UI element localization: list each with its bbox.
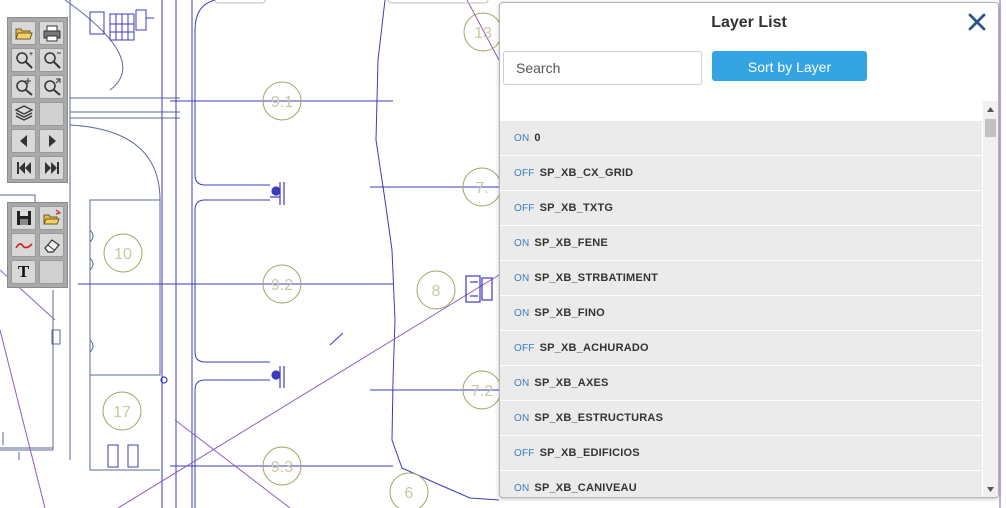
- site-boundary: [375, 0, 500, 501]
- room-outline-2: [89, 375, 160, 471]
- layer-name: SP_XB_STRBATIMENT: [534, 272, 659, 284]
- layer-row[interactable]: ON SP_XB_CANIVEAU: [500, 471, 982, 497]
- layer-name: SP_XB_ACHURADO: [539, 342, 649, 354]
- layer-name: SP_XB_FINO: [534, 307, 605, 319]
- room-outline: [89, 199, 161, 376]
- layer-name: SP_XB_FENE: [534, 237, 608, 249]
- save-icon[interactable]: [11, 206, 36, 230]
- layer-state[interactable]: ON: [514, 133, 529, 144]
- arrow-right-icon[interactable]: [39, 129, 64, 153]
- grid-bubble-labels: 13 9.1 10 9.2 8 17 9.3 6 7. 7.2: [113, 25, 493, 502]
- grid-bubbles: [102, 12, 503, 508]
- diagonal-line: [117, 274, 500, 508]
- print-icon[interactable]: [39, 21, 64, 45]
- layer-state[interactable]: ON: [514, 413, 529, 424]
- layer-state[interactable]: OFF: [514, 203, 535, 214]
- layer-state[interactable]: OFF: [514, 448, 535, 459]
- bubble-label: 7.: [475, 180, 488, 197]
- layer-row[interactable]: OFF SP_XB_EDIFICIOS: [500, 436, 982, 471]
- bubble-label: 9.1: [271, 94, 293, 111]
- bubble-label: 13: [474, 25, 492, 42]
- text-tool-label: T: [17, 262, 30, 281]
- top-edge-mark: [214, 0, 266, 4]
- top-edge-mark: [387, 0, 489, 4]
- equipment-symbol: [465, 275, 493, 303]
- layer-state[interactable]: OFF: [514, 343, 535, 354]
- close-icon[interactable]: [966, 11, 988, 33]
- panel-title: Layer List: [711, 14, 787, 31]
- open-folder-icon[interactable]: [11, 21, 36, 45]
- layer-row[interactable]: OFF SP_XB_ACHURADO: [500, 331, 982, 366]
- layer-row[interactable]: ON SP_XB_FINO: [500, 296, 982, 331]
- layer-row[interactable]: ON SP_XB_FENE: [500, 226, 982, 261]
- short-line: [329, 332, 344, 346]
- layer-state[interactable]: ON: [514, 483, 529, 494]
- scroll-thumb[interactable]: [985, 119, 996, 137]
- last-page-icon[interactable]: [39, 156, 64, 180]
- layer-name: SP_XB_TXTG: [539, 202, 614, 214]
- layer-state[interactable]: ON: [514, 273, 529, 284]
- layer-name: SP_XB_ESTRUCTURAS: [534, 412, 664, 424]
- layer-list-scrollbar[interactable]: [983, 101, 998, 497]
- blank-button: [39, 102, 64, 126]
- legend-symbol: [89, 9, 154, 41]
- layer-name: SP_XB_CX_GRID: [539, 167, 634, 179]
- layer-name: 0: [534, 132, 541, 144]
- eraser-icon[interactable]: [39, 233, 64, 257]
- bubble-label: 6: [405, 485, 414, 502]
- layer-row[interactable]: ON 0: [500, 121, 982, 156]
- layer-row[interactable]: OFF SP_XB_TXTG: [500, 191, 982, 226]
- bubble-label: 7.2: [471, 383, 493, 400]
- open-markup-icon[interactable]: [39, 206, 64, 230]
- blank-button: [39, 260, 64, 284]
- layers-icon[interactable]: [11, 102, 36, 126]
- zoom-extent-icon[interactable]: [39, 75, 64, 99]
- layer-name: SP_XB_AXES: [534, 377, 609, 389]
- bubble-label: 9.2: [271, 277, 293, 294]
- pan-zoom-icon[interactable]: [11, 75, 36, 99]
- arrow-left-icon[interactable]: [11, 129, 36, 153]
- bubble-label: 8: [432, 283, 441, 300]
- sort-by-layer-button[interactable]: Sort by Layer: [712, 51, 867, 81]
- markup-toolbar: T: [7, 202, 68, 288]
- layer-list-panel: Layer List Sort by Layer ON 0 OFF SP_XB_CX…: [499, 2, 999, 498]
- pump-symbol: [107, 444, 139, 468]
- layer-row[interactable]: ON SP_XB_STRBATIMENT: [500, 261, 982, 296]
- wall-curve-2: [69, 124, 161, 201]
- room-box: [194, 199, 270, 363]
- text-tool-button[interactable]: T: [11, 260, 36, 284]
- layer-row[interactable]: OFF SP_XB_CX_GRID: [500, 156, 982, 191]
- layer-state[interactable]: ON: [514, 308, 529, 319]
- layer-row[interactable]: ON SP_XB_AXES: [500, 366, 982, 401]
- layer-state[interactable]: OFF: [514, 168, 535, 179]
- main-toolbar: +: [7, 17, 68, 183]
- bubble-label: 17: [113, 404, 131, 421]
- first-page-icon[interactable]: [11, 156, 36, 180]
- bubble-label: 10: [114, 246, 132, 263]
- bubble-label: 9.3: [271, 459, 293, 476]
- search-input[interactable]: [503, 51, 702, 85]
- layer-name: SP_XB_EDIFICIOS: [539, 447, 640, 459]
- layer-name: SP_XB_CANIVEAU: [534, 482, 637, 494]
- freehand-icon[interactable]: [11, 233, 36, 257]
- zoom-out-icon[interactable]: [39, 48, 64, 72]
- layer-list: ON 0 OFF SP_XB_CX_GRID OFF SP_XB_TXTG ON SP_…: [500, 121, 982, 497]
- layer-row[interactable]: ON SP_XB_ESTRUCTURAS: [500, 401, 982, 436]
- room-box: [194, 0, 270, 186]
- layer-state[interactable]: ON: [514, 238, 529, 249]
- diagonal-line: [0, 329, 46, 508]
- scroll-down-icon[interactable]: [983, 481, 998, 497]
- layer-state[interactable]: ON: [514, 378, 529, 389]
- svg-text:+: +: [29, 51, 33, 58]
- scroll-up-icon[interactable]: [983, 101, 998, 117]
- zoom-in-icon[interactable]: +: [11, 48, 36, 72]
